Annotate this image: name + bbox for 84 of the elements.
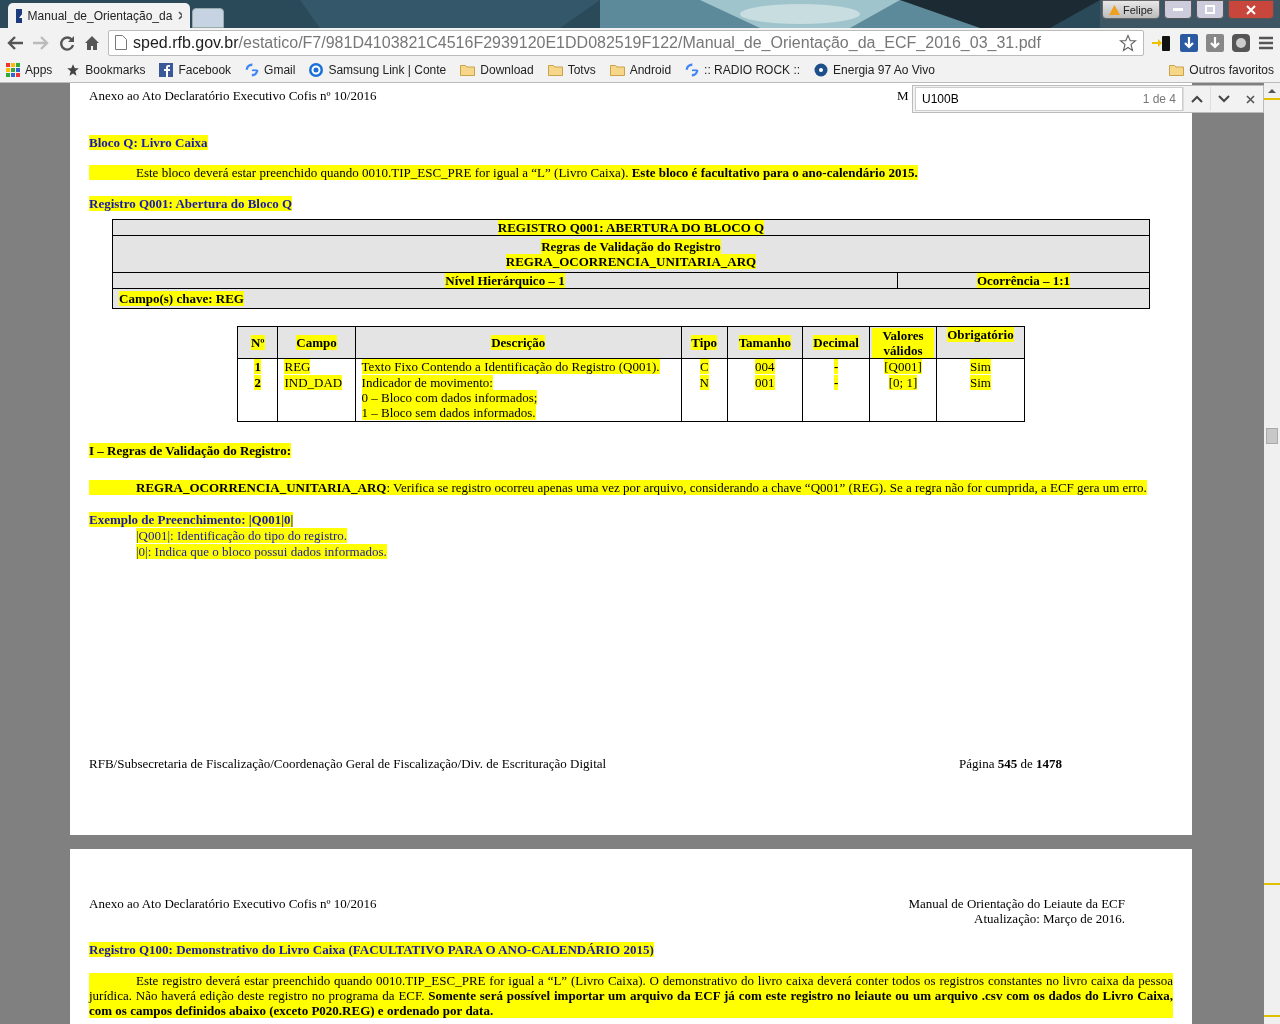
page-header: Anexo ao Ato Declaratório Executivo Cofis nº 10/2016	[89, 88, 377, 103]
table-cell: 0 – Bloco com dados informados;	[361, 389, 538, 405]
bookmark[interactable]: Android	[609, 62, 672, 77]
page-header: M	[897, 88, 909, 103]
table-cell: REGRA_OCORRENCIA_UNITARIA_ARQ	[505, 254, 757, 269]
paragraph: Este registro deverá estar preenchido quando 0010.TIP_ESC_PRE for igual a “L” (Livro Caixa). O demonstrativo do livro caixa deverá conter todos os registros constantes no livro caixa da pessoa jurídica. Não haverá edição deste registro no programa da ECF. Somente será possível importar um arquivo da ECF já com este registro no leiaute ou um arquivo .csv com os dados do Livro Caixa, com os campos definidos abaixo (exceto P020.REG) e ordenado por data.	[89, 973, 1173, 1018]
star-icon[interactable]	[1119, 33, 1137, 52]
page-header: Manual de Orientação do Leiaute da ECF	[908, 896, 1125, 911]
bookmark[interactable]: Energia 97 Ao Vivo	[814, 62, 935, 77]
address-bar[interactable]: sped.rfb.gov.br/estatico/F7/981D4103821C4516F2939120E1DD082519F122/Manual_de_Orientação_da_ECF_2016_03_31.pdf	[108, 29, 1144, 56]
bookmark[interactable]: Facebook	[159, 62, 232, 77]
table-cell: Sim	[969, 359, 991, 374]
bookmark-folder[interactable]: Outros favoritos	[1169, 62, 1274, 77]
column-header: Descrição	[491, 335, 546, 350]
section-heading: Registro Q001: Abertura do Bloco Q	[89, 196, 293, 211]
shield-icon[interactable]	[1232, 33, 1250, 52]
folder-icon	[460, 63, 476, 76]
menu-icon[interactable]	[1258, 35, 1274, 50]
paragraph: Este bloco deverá estar preenchido quando 0010.TIP_ESC_PRE for igual a “L” (Livro Caixa). Este bloco é facultativo para o ano-calendário 2015.	[89, 165, 918, 180]
bookmark[interactable]: Download	[460, 62, 534, 77]
page-header: Anexo ao Ato Declaratório Executivo Cofis nº 10/2016	[89, 896, 377, 911]
star-icon	[66, 62, 81, 77]
table-cell: N	[699, 374, 709, 390]
facebook-icon	[159, 62, 174, 77]
column-header: Valores válidos	[872, 327, 934, 358]
bookmark[interactable]: Bookmarks	[66, 62, 146, 77]
maximize-button[interactable]	[1196, 0, 1224, 19]
table-cell: 004	[755, 359, 775, 374]
scrollbar[interactable]	[1264, 83, 1280, 1024]
page-footer: RFB/Subsecretaria de Fiscalização/Coordenação Geral de Fiscalização/Div. de Escrituração Digital	[89, 756, 607, 771]
bookmark[interactable]: Totvs	[547, 62, 596, 77]
folder-icon	[547, 63, 563, 76]
table-cell: 2	[254, 374, 261, 390]
disc-icon	[814, 62, 829, 77]
restore-icon	[1205, 5, 1215, 14]
column-header: Tamanho	[738, 335, 791, 350]
column-header: Obrigatório	[947, 327, 1014, 342]
home-icon[interactable]	[84, 34, 100, 51]
phone-icon[interactable]	[1152, 33, 1172, 52]
minimize-icon	[1173, 8, 1183, 11]
chevron-down-icon	[1218, 95, 1230, 103]
back-icon[interactable]	[6, 34, 24, 51]
table-cell: [Q001]	[884, 359, 922, 374]
chevron-up-icon	[1191, 95, 1203, 103]
table-cell: 1	[254, 359, 261, 374]
circle-icon	[309, 62, 324, 77]
scroll-thumb[interactable]	[1266, 428, 1278, 444]
table-cell: REG	[284, 359, 311, 374]
column-header: Tipo	[691, 335, 718, 350]
minimize-button[interactable]	[1164, 0, 1192, 19]
column-header: Nº	[250, 335, 265, 350]
paragraph: REGRA_OCORRENCIA_UNITARIA_ARQ: Verifica se registro ocorreu apenas uma vez por arquivo, considerando a chave “Q001” (REG). Se a regra não for cumprida, a ECF gera um erro.	[89, 480, 1147, 495]
reload-icon[interactable]	[58, 33, 76, 52]
section-heading: I – Regras de Validação do Registro:	[89, 443, 291, 458]
page-number: Página 545 de 1478	[959, 756, 1062, 771]
table-cell: -	[833, 374, 839, 390]
find-field[interactable]: U100B 1 de 4	[915, 87, 1183, 111]
table-cell: Nível Hierárquico – 1	[445, 273, 565, 288]
download-icon[interactable]	[1206, 33, 1224, 52]
table-cell: Ocorrência – 1:1	[976, 273, 1071, 288]
page-icon	[115, 35, 127, 50]
section-heading: Exemplo de Preenchimento: |Q001|0|	[89, 512, 294, 527]
bookmark[interactable]: Gmail	[245, 62, 296, 77]
table-cell: Regras de Validação do Registro	[541, 239, 721, 254]
column-header: Decimal	[813, 335, 859, 350]
table-cell: Campo(s) chave: REG	[119, 291, 244, 306]
bookmark[interactable]: Apps	[6, 62, 53, 77]
bookmark[interactable]: :: RADIO ROCK ::	[685, 62, 801, 77]
section-heading: Registro Q100: Demonstrativo do Livro Caixa (FACULTATIVO PARA O ANO-CALENDÁRIO 2015)	[89, 942, 654, 957]
browser-tab[interactable]: Manual_de_Orientação_da	[8, 3, 190, 28]
warning-icon	[1109, 4, 1121, 15]
table-title: REGISTRO Q001: ABERTURA DO BLOCO Q	[497, 220, 765, 235]
profile-button[interactable]: Felipe	[1102, 0, 1160, 19]
page-header: Atualização: Março de 2016.	[974, 911, 1125, 926]
apps-icon	[6, 62, 20, 77]
close-button[interactable]	[1228, 0, 1274, 19]
column-header: Campo	[296, 335, 337, 350]
download-icon[interactable]	[1180, 33, 1198, 52]
section-heading: Bloco Q: Livro Caixa	[89, 135, 208, 150]
table-cell: -	[833, 359, 839, 374]
table-cell: C	[699, 359, 709, 374]
folder-icon	[1169, 63, 1185, 76]
folder-icon	[609, 63, 625, 76]
bookmark[interactable]: Samsung Link | Conte	[309, 62, 447, 77]
